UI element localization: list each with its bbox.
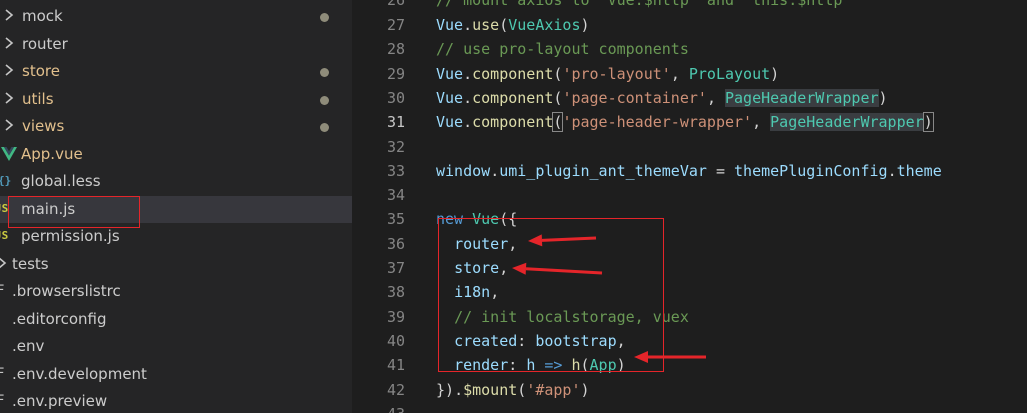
arrow-router [528,234,597,247]
arrow-render [634,351,706,363]
arrow-store [512,262,603,275]
annotation-arrows [512,234,706,363]
